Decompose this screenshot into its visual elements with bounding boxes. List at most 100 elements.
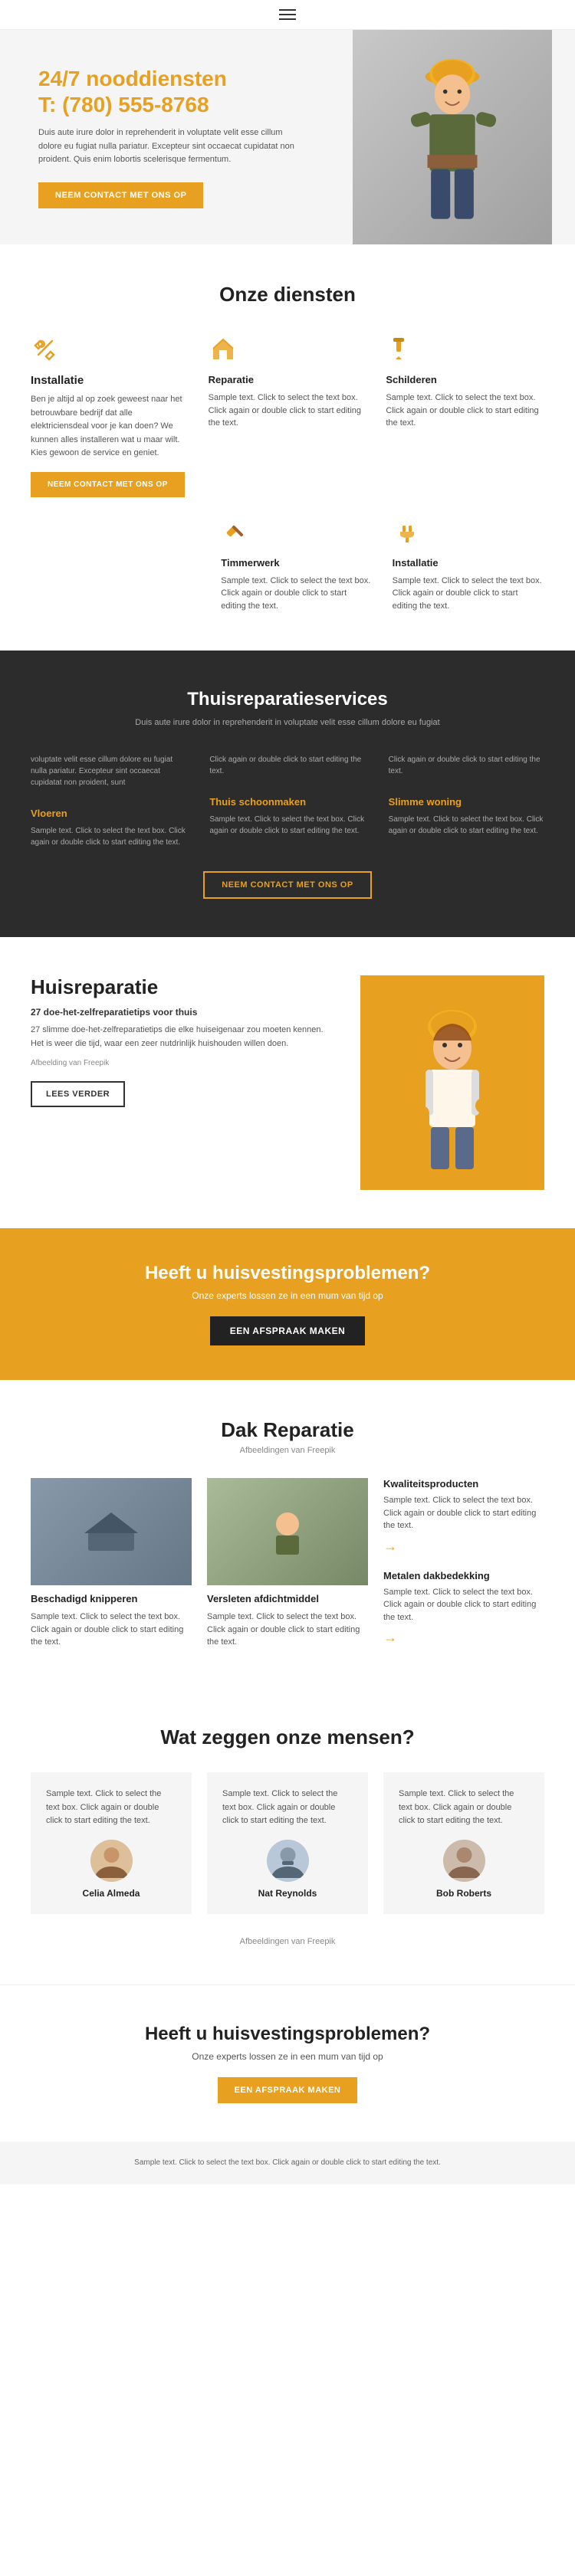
thuisreparatie-cta: NEEM CONTACT MET ONS OP: [31, 871, 544, 899]
testimonial-card2-text: Sample text. Click to select the text bo…: [222, 1788, 353, 1828]
timmerwerk-text: Sample text. Click to select the text bo…: [221, 575, 373, 613]
dak-item4-title: Metalen dakbedekking: [383, 1570, 544, 1581]
dak-title: Dak Reparatie: [31, 1418, 544, 1442]
hero-image: [353, 30, 552, 244]
hero-title: 24/7 nooddiensten T: (780) 555-8768: [38, 66, 307, 117]
thuisreparatie-subtitle: Duis aute irure dolor in reprehenderit i…: [31, 718, 544, 727]
repair-image: [360, 975, 544, 1190]
dak-item2-text: Sample text. Click to select the text bo…: [207, 1611, 368, 1649]
thuisreparatie-col1: voluptate velit esse cillum dolore eu fu…: [31, 754, 186, 848]
testimonials-grid: Sample text. Click to select the text bo…: [31, 1772, 544, 1914]
thuisreparatie-title: Thuisreparatieservices: [31, 689, 544, 710]
hero-section: 24/7 nooddiensten T: (780) 555-8768 Duis…: [0, 30, 575, 244]
cta1-title: Heeft u huisvestingsproblemen?: [31, 1263, 544, 1284]
dak-section: Dak Reparatie Afbeeldingen van Freepik B…: [0, 1380, 575, 1687]
schilderen-title: Schilderen: [386, 374, 544, 385]
testimonial-card1-text: Sample text. Click to select the text bo…: [46, 1788, 176, 1828]
dak-item3-text: Sample text. Click to select the text bo…: [383, 1494, 544, 1532]
vloeren-title: Vloeren: [31, 808, 186, 819]
repair-description: 27 slimme doe-het-zelfreparatietips die …: [31, 1024, 337, 1050]
testimonials-section: Wat zeggen onze mensen? Sample text. Cli…: [0, 1687, 575, 1984]
dak-item2: Versleten afdichtmiddel Sample text. Cli…: [207, 1478, 368, 1649]
timmerwerk-title: Timmerwerk: [221, 557, 373, 569]
schilderen-text: Sample text. Click to select the text bo…: [386, 392, 544, 430]
service-reparatie: Reparatie Sample text. Click to select t…: [209, 333, 367, 497]
dak-item3: Kwaliteitsproducten Sample text. Click t…: [383, 1478, 544, 1555]
huisreparatie-section: Huisreparatie 27 doe-het-zelfreparatieti…: [0, 937, 575, 1228]
hamburger-menu[interactable]: [279, 9, 296, 20]
testimonial-card1: Sample text. Click to select the text bo…: [31, 1772, 192, 1914]
footer-text: Sample text. Click to select the text bo…: [31, 2157, 544, 2169]
repair-worker-illustration: [376, 987, 529, 1178]
services-title: Onze diensten: [31, 283, 544, 306]
vloeren-text: Sample text. Click to select the text bo…: [31, 825, 186, 848]
testimonial-card3-text: Sample text. Click to select the text bo…: [399, 1788, 529, 1828]
header: [0, 0, 575, 30]
dak-img2: [207, 1478, 368, 1585]
reparatie-title: Reparatie: [209, 374, 367, 385]
testimonial-person1: Celia Almeda: [46, 1840, 176, 1899]
reparatie-text: Sample text. Click to select the text bo…: [209, 392, 367, 430]
dak-item3-title: Kwaliteitsproducten: [383, 1478, 544, 1490]
tools-icon: [31, 333, 189, 366]
person2-name: Nat Reynolds: [258, 1888, 317, 1899]
cta2-subtitle: Onze experts lossen ze in een mum van ti…: [31, 2051, 544, 2062]
worker-illustration: [376, 38, 529, 237]
service-installatie: Installatie Ben je altijd al op zoek gew…: [31, 333, 189, 497]
dak-item2-title: Versleten afdichtmiddel: [207, 1593, 368, 1604]
testimonials-credit: Afbeeldingen van Freepik: [31, 1937, 544, 1946]
services-section: Onze diensten Installatie Ben je altijd …: [0, 244, 575, 651]
repair-subtitle: 27 doe-het-zelfreparatietips voor thuis: [31, 1007, 337, 1018]
testimonial-person3: Bob Roberts: [399, 1840, 529, 1899]
service-installatie2: Installatie Sample text. Click to select…: [393, 516, 544, 613]
dak-item1-text: Sample text. Click to select the text bo…: [31, 1611, 192, 1649]
dak-item4-text: Sample text. Click to select the text bo…: [383, 1586, 544, 1624]
thuisreparatie-cta-button[interactable]: NEEM CONTACT MET ONS OP: [203, 871, 371, 899]
hero-cta-button[interactable]: NEEM CONTACT MET ONS OP: [38, 182, 203, 208]
installatie-text: Ben je altijd al op zoek geweest naar he…: [31, 393, 189, 460]
repair-title: Huisreparatie: [31, 975, 337, 999]
installatie-title: Installatie: [31, 374, 189, 387]
cta2-button[interactable]: EEN AFSPRAAK MAKEN: [218, 2077, 358, 2103]
dak-item4: Metalen dakbedekking Sample text. Click …: [383, 1570, 544, 1647]
repair-credit: Afbeelding van Freepik: [31, 1057, 337, 1070]
hero-worker-image: [353, 30, 552, 244]
thuisreparatie-top-cols: voluptate velit esse cillum dolore eu fu…: [31, 754, 544, 848]
dak-item4-arrow[interactable]: →: [383, 1630, 397, 1646]
repair-text-block: Huisreparatie 27 doe-het-zelfreparatieti…: [31, 975, 337, 1106]
cta1-button[interactable]: EEN AFSPRAAK MAKEN: [210, 1316, 366, 1345]
cta2-section: Heeft u huisvestingsproblemen? Onze expe…: [0, 1984, 575, 2142]
person1-name: Celia Almeda: [83, 1888, 140, 1899]
dak-item1-title: Beschadigd knipperen: [31, 1593, 192, 1604]
installatie2-title: Installatie: [393, 557, 544, 569]
plug-icon: [393, 516, 544, 549]
slimme-title: Slimme woning: [389, 796, 544, 808]
hero-text: 24/7 nooddiensten T: (780) 555-8768 Duis…: [38, 66, 307, 208]
avatar-celia: [90, 1840, 133, 1882]
dak-img1: [31, 1478, 192, 1585]
cta1-subtitle: Onze experts lossen ze in een mum van ti…: [31, 1290, 544, 1301]
dak-credit: Afbeeldingen van Freepik: [31, 1446, 544, 1455]
dak-right-col: Kwaliteitsproducten Sample text. Click t…: [383, 1478, 544, 1649]
cta2-title: Heeft u huisvestingsproblemen?: [31, 2024, 544, 2045]
testimonials-title: Wat zeggen onze mensen?: [31, 1726, 544, 1749]
hero-description: Duis aute irure dolor in reprehenderit i…: [38, 126, 307, 167]
testimonial-card3: Sample text. Click to select the text bo…: [383, 1772, 544, 1914]
dak-grid: Beschadigd knipperen Sample text. Click …: [31, 1478, 544, 1649]
slimme-text: Sample text. Click to select the text bo…: [389, 814, 544, 837]
avatar-bob: [443, 1840, 485, 1882]
dak-item1: Beschadigd knipperen Sample text. Click …: [31, 1478, 192, 1649]
dak-item3-arrow[interactable]: →: [383, 1539, 397, 1555]
installatie-cta-button[interactable]: NEEM CONTACT MET ONS OP: [31, 472, 185, 497]
thuisreparatie-section: Thuisreparatieservices Duis aute irure d…: [0, 651, 575, 937]
testimonial-card2: Sample text. Click to select the text bo…: [207, 1772, 368, 1914]
cta1-section: Heeft u huisvestingsproblemen? Onze expe…: [0, 1228, 575, 1380]
repair-cta-button[interactable]: LEES VERDER: [31, 1081, 125, 1107]
house-icon: [209, 333, 367, 366]
testimonial-person2: Nat Reynolds: [222, 1840, 353, 1899]
person3-name: Bob Roberts: [436, 1888, 491, 1899]
paint-icon: [386, 333, 544, 366]
schoonmaken-title: Thuis schoonmaken: [209, 796, 365, 808]
schoonmaken-text: Sample text. Click to select the text bo…: [209, 814, 365, 837]
service-timmerwerk: Timmerwerk Sample text. Click to select …: [221, 516, 373, 613]
